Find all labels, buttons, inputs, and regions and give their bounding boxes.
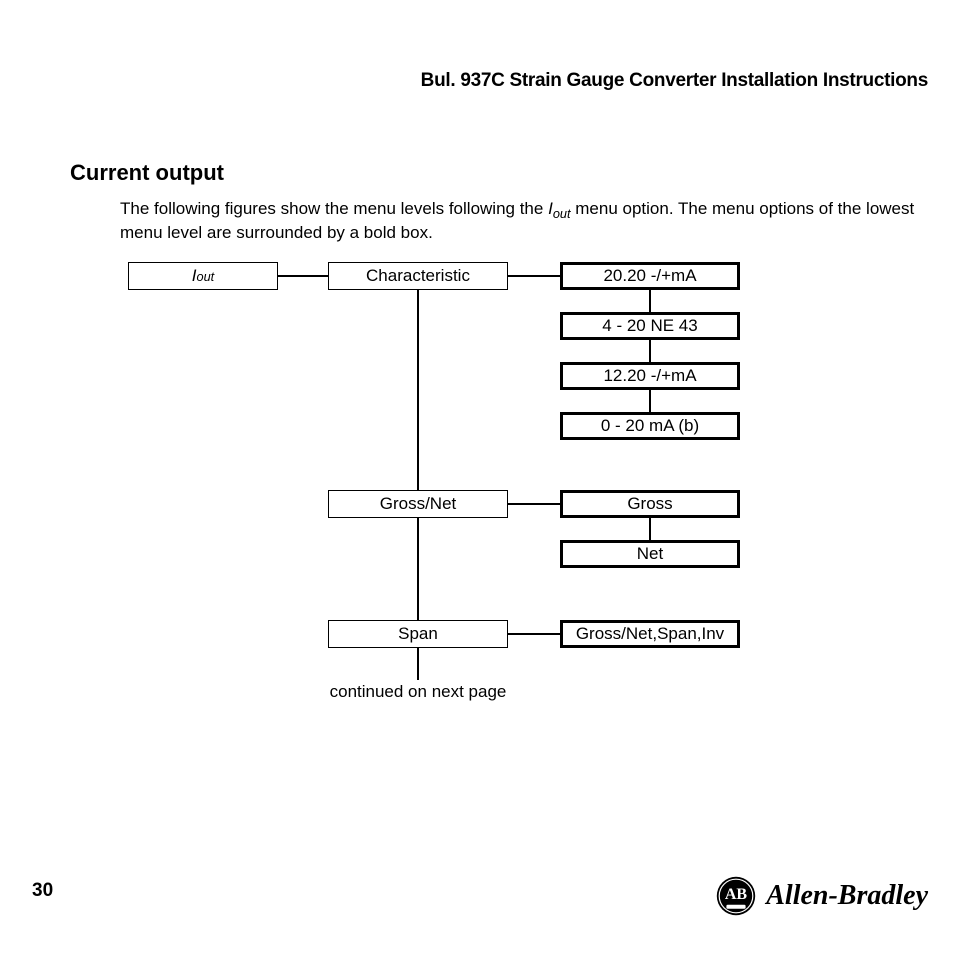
iout-variable: Iout <box>548 199 570 218</box>
section-heading: Current output <box>70 160 224 186</box>
svg-text:AB: AB <box>725 886 748 903</box>
brand-logo: AB Allen-Bradley <box>716 876 928 916</box>
connector-line <box>508 633 560 635</box>
connector-line <box>649 518 651 540</box>
body-prefix: The following figures show the menu leve… <box>120 199 548 218</box>
page: Bul. 937C Strain Gauge Converter Install… <box>0 0 954 954</box>
header-title: Bul. 937C Strain Gauge Converter Install… <box>421 70 928 92</box>
menu-gn-2: Net <box>560 540 740 568</box>
menu-span-1: Gross/Net,Span,Inv <box>560 620 740 648</box>
menu-root: Iout <box>128 262 278 290</box>
connector-line <box>649 290 651 312</box>
continued-note: continued on next page <box>308 682 528 702</box>
iout-sub: out <box>197 269 215 284</box>
connector-line <box>278 275 328 277</box>
menu-characteristic: Characteristic <box>328 262 508 290</box>
menu-grossnet: Gross/Net <box>328 490 508 518</box>
menu-char-2: 4 - 20 NE 43 <box>560 312 740 340</box>
menu-char-4: 0 - 20 mA (b) <box>560 412 740 440</box>
connector-line <box>649 340 651 362</box>
connector-line <box>649 390 651 412</box>
ab-logo-icon: AB <box>716 876 756 916</box>
menu-gn-1: Gross <box>560 490 740 518</box>
body-text: The following figures show the menu leve… <box>120 198 928 245</box>
menu-char-3: 12.20 -/+mA <box>560 362 740 390</box>
menu-span: Span <box>328 620 508 648</box>
connector-line <box>508 503 560 505</box>
brand-name: Allen-Bradley <box>766 880 928 912</box>
menu-char-1: 20.20 -/+mA <box>560 262 740 290</box>
connector-line <box>508 275 560 277</box>
page-number: 30 <box>32 880 53 902</box>
